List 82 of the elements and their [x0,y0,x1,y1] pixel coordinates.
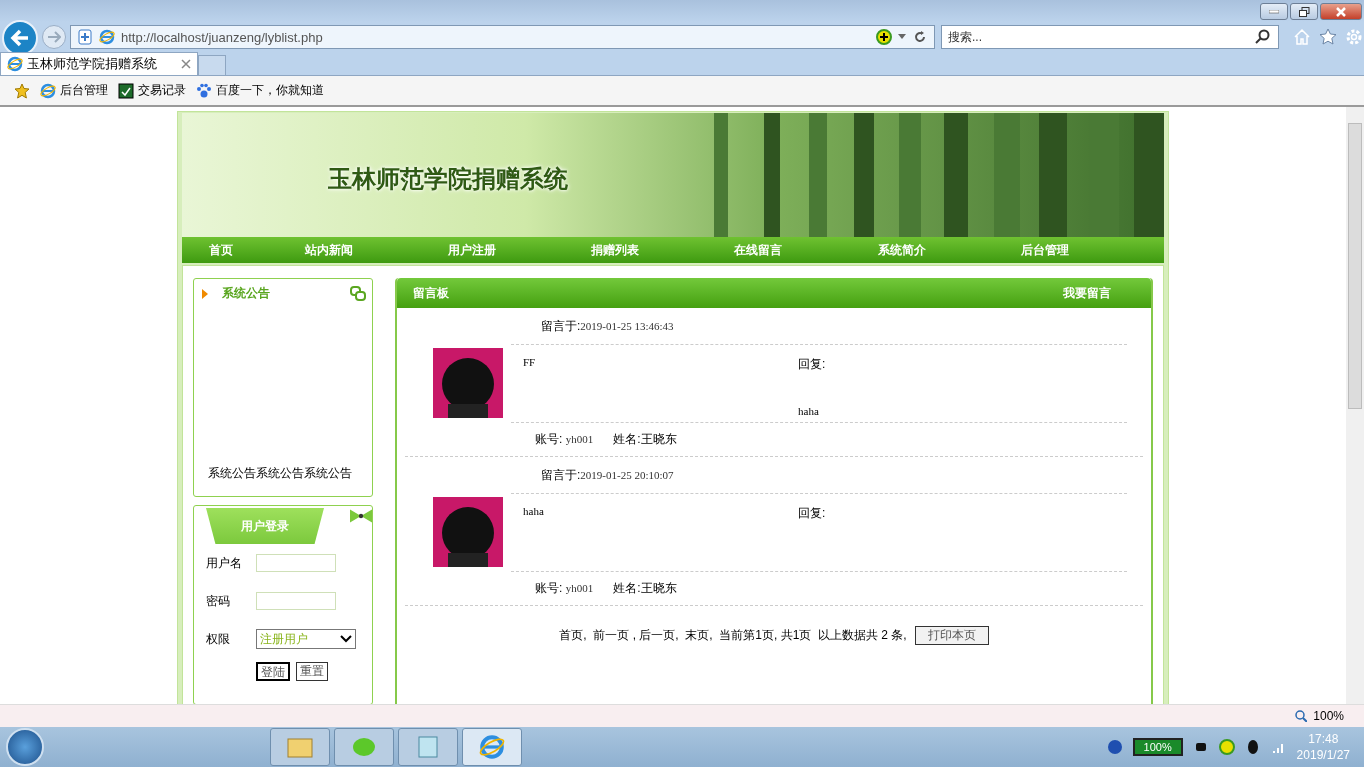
login-title: 用户登录 [206,508,324,544]
post-time: 留言于:2019-01-25 20:10:07 [541,466,674,484]
taskbar-button[interactable] [462,728,522,766]
favorites-link[interactable]: 百度一下，你就知道 [196,82,324,99]
board-title: 留言板 [413,284,449,302]
nav-link[interactable]: 在线留言 [734,241,878,259]
new-tab-button[interactable] [198,55,226,75]
butterfly-icon [350,508,372,524]
start-button[interactable] [6,728,44,766]
account-info: 账号: yh001 [535,580,594,597]
close-icon [1336,6,1346,17]
reply-label: 回复: [798,356,827,373]
close-icon [181,59,191,69]
ie-icon [479,734,505,760]
settings-icon [1345,28,1363,46]
notice-text: 系统公告系统公告系统公告 [207,465,353,482]
search-icon [1255,29,1271,45]
taskbar-button[interactable] [398,728,458,766]
star-icon [1319,28,1337,46]
forward-button[interactable] [42,25,66,49]
password-field[interactable] [256,592,336,610]
dropdown-icon [898,34,906,40]
form-button[interactable]: 登陆 [256,662,290,681]
chat-bubbles-icon [350,285,366,302]
clock[interactable]: 17:48 2019/1/27 [1296,731,1350,763]
taskbar-button[interactable] [334,728,394,766]
notepad-icon [417,735,439,759]
post-message-link[interactable]: 我要留言 [1063,284,1111,302]
forward-arrow-icon [47,31,61,43]
close-button[interactable] [1320,3,1362,20]
field-label: 密码 [206,592,231,610]
zoom-level[interactable]: 100% [1313,709,1344,723]
refresh-icon [912,29,928,45]
app-icon [118,82,134,99]
paw-icon [196,82,212,99]
minimize-icon [1269,9,1279,14]
nav-link[interactable]: 首页 [209,241,305,259]
nav-link[interactable]: 捐赠列表 [591,241,735,259]
nav-link[interactable]: 站内新闻 [304,241,448,259]
message-content: haha [523,505,545,517]
nav-link[interactable]: 后台管理 [1020,241,1164,259]
message-content: FF [523,356,537,368]
address-bar[interactable]: http://localhost/juanzeng/lyblist.php [70,25,935,49]
reply-label: 回复: [798,505,827,522]
taskbar-button[interactable] [270,728,330,766]
nav-link[interactable]: 用户注册 [447,241,591,259]
field-label: 用户名 [206,554,243,572]
pagination-text: 首页, 前一页 , 后一页, 末页, 当前第1页, 共1页 以上数据共 2 条, [559,627,907,644]
zoom-icon [1295,710,1308,722]
back-arrow-icon [10,29,30,47]
arrow-icon [202,288,208,299]
restore-button[interactable] [1290,3,1318,20]
name-info: 姓名:王晓东 [613,431,677,448]
compatibility-icon [77,29,93,45]
favorites-link[interactable]: 交易记录 [118,82,186,99]
reply-text: haha [798,405,820,417]
notice-title: 系统公告 [222,285,271,302]
browser-tab[interactable]: 玉林师范学院捐赠系统 [0,52,198,75]
home-icon [1293,28,1311,46]
favorites-link[interactable]: 后台管理 [40,82,108,99]
avatar-placeholder [433,497,503,567]
favorites-star-icon [14,82,30,99]
search-field[interactable]: 搜索... [941,25,1279,49]
page-icon [40,82,56,99]
chevron-down-icon [340,635,352,643]
print-button[interactable]: 打印本页 [914,626,989,645]
username-field[interactable] [256,554,336,572]
ie-icon [99,29,115,45]
restore-icon [1298,6,1310,17]
avatar-placeholder [433,348,503,418]
ie-icon [7,56,23,72]
scrollbar[interactable] [1346,107,1364,704]
form-button[interactable]: 重置 [296,662,328,681]
name-info: 姓名:王晓东 [613,580,677,597]
folder-icon [287,736,313,758]
account-info: 账号: yh001 [535,431,594,448]
field-label: 权限 [206,630,231,648]
nav-link[interactable]: 系统简介 [877,241,1021,259]
battery-indicator: 100% [1132,738,1183,756]
site-title: 玉林师范学院捐赠系统 [328,165,568,194]
role-select[interactable]: 注册用户 [256,629,356,649]
post-time: 留言于:2019-01-25 13:46:43 [541,317,674,335]
